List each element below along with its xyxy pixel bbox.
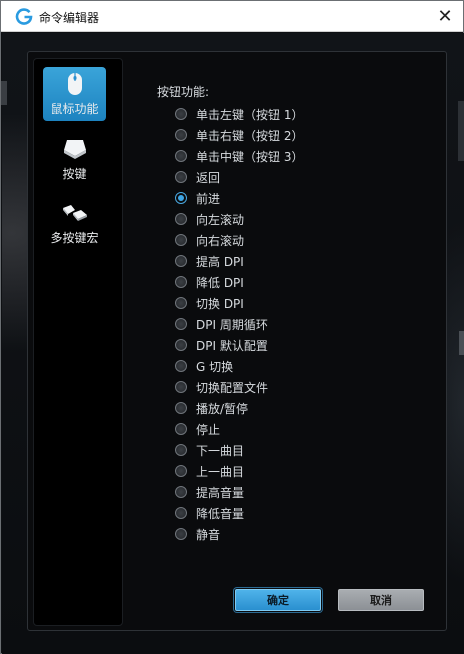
radio-button[interactable] [175,360,187,372]
option-previous-track[interactable]: 上一曲目 [175,463,244,479]
option-dpi-cycle[interactable]: DPI 周期循环 [175,316,268,332]
option-label: 下一曲目 [196,443,245,458]
command-editor-window: 命令编辑器 ✕ 鼠标功能 按键 多按键宏 按钮功能: 单击左键（按钮 1） 单击… [0,0,464,654]
option-stop[interactable]: 停止 [175,421,220,437]
radio-button[interactable] [175,444,187,456]
option-label: 静音 [196,527,221,542]
title-bar: 命令编辑器 ✕ [1,1,463,32]
option-label: 向右滚动 [196,233,245,248]
option-dpi-down[interactable]: 降低 DPI [175,274,244,290]
option-volume-up[interactable]: 提高音量 [175,484,244,500]
nav-item-keystroke[interactable]: 按键 [43,132,106,186]
option-right-click[interactable]: 单击右键（按钮 2） [175,127,303,143]
option-g-shift[interactable]: G 切换 [175,358,233,374]
window-title: 命令编辑器 [39,11,100,25]
radio-button-selected[interactable] [175,192,187,204]
option-label: 单击右键（按钮 2） [196,128,304,143]
option-label: 前进 [196,191,221,206]
option-label: 提高 DPI [196,254,244,269]
radio-button[interactable] [175,381,187,393]
close-icon[interactable]: ✕ [427,1,463,32]
radio-button[interactable] [175,255,187,267]
option-profile-switch[interactable]: 切换配置文件 [175,379,268,395]
radio-button[interactable] [175,234,187,246]
option-middle-click[interactable]: 单击中键（按钮 3） [175,148,303,164]
option-label: 降低音量 [196,506,245,521]
option-label: G 切换 [196,359,234,374]
option-label: 降低 DPI [196,275,244,290]
option-dpi-shift[interactable]: 切换 DPI [175,295,244,311]
radio-button[interactable] [175,129,187,141]
option-label: 播放/暂停 [196,401,249,416]
multi-key-icon [43,200,106,226]
option-dpi-default[interactable]: DPI 默认配置 [175,337,268,353]
option-scroll-right[interactable]: 向右滚动 [175,232,244,248]
mouse-icon [43,71,106,97]
background-fragment [459,331,464,355]
radio-button[interactable] [175,486,187,498]
nav-item-multi-key-macro[interactable]: 多按键宏 [43,196,106,250]
nav-item-mouse-functions[interactable]: 鼠标功能 [43,67,106,121]
option-label: DPI 周期循环 [196,317,268,332]
option-label: 停止 [196,422,221,437]
button-function-heading: 按钮功能: [157,85,210,99]
option-back[interactable]: 返回 [175,169,220,185]
cancel-button[interactable]: 取消 [338,589,424,611]
radio-button[interactable] [175,528,187,540]
radio-button[interactable] [175,297,187,309]
option-dpi-up[interactable]: 提高 DPI [175,253,244,269]
option-next-track[interactable]: 下一曲目 [175,442,244,458]
radio-button[interactable] [175,402,187,414]
option-play-pause[interactable]: 播放/暂停 [175,400,248,416]
key-icon [43,136,106,162]
radio-button[interactable] [175,465,187,477]
background-fragment [458,101,464,161]
option-label: 返回 [196,170,221,185]
ok-button[interactable]: 确定 [235,589,321,611]
option-label: 切换 DPI [196,296,244,311]
radio-button[interactable] [175,108,187,120]
nav-item-label: 按键 [62,167,87,181]
background-fragment [1,81,7,105]
nav-item-label: 多按键宏 [50,231,99,245]
radio-button[interactable] [175,423,187,435]
radio-button[interactable] [175,507,187,519]
nav-item-label: 鼠标功能 [50,102,99,116]
option-label: 上一曲目 [196,464,245,479]
option-label: 提高音量 [196,485,245,500]
option-label: DPI 默认配置 [196,338,268,353]
option-label: 单击左键（按钮 1） [196,107,304,122]
option-left-click[interactable]: 单击左键（按钮 1） [175,106,303,122]
option-volume-down[interactable]: 降低音量 [175,505,244,521]
radio-button[interactable] [175,213,187,225]
option-label: 单击中键（按钮 3） [196,149,304,164]
option-scroll-left[interactable]: 向左滚动 [175,211,244,227]
option-label: 向左滚动 [196,212,245,227]
radio-button[interactable] [175,339,187,351]
radio-button[interactable] [175,171,187,183]
radio-button[interactable] [175,150,187,162]
radio-button[interactable] [175,318,187,330]
logitech-g-icon [15,8,33,26]
option-forward[interactable]: 前进 [175,190,220,206]
option-mute[interactable]: 静音 [175,526,220,542]
option-label: 切换配置文件 [196,380,269,395]
radio-button[interactable] [175,276,187,288]
